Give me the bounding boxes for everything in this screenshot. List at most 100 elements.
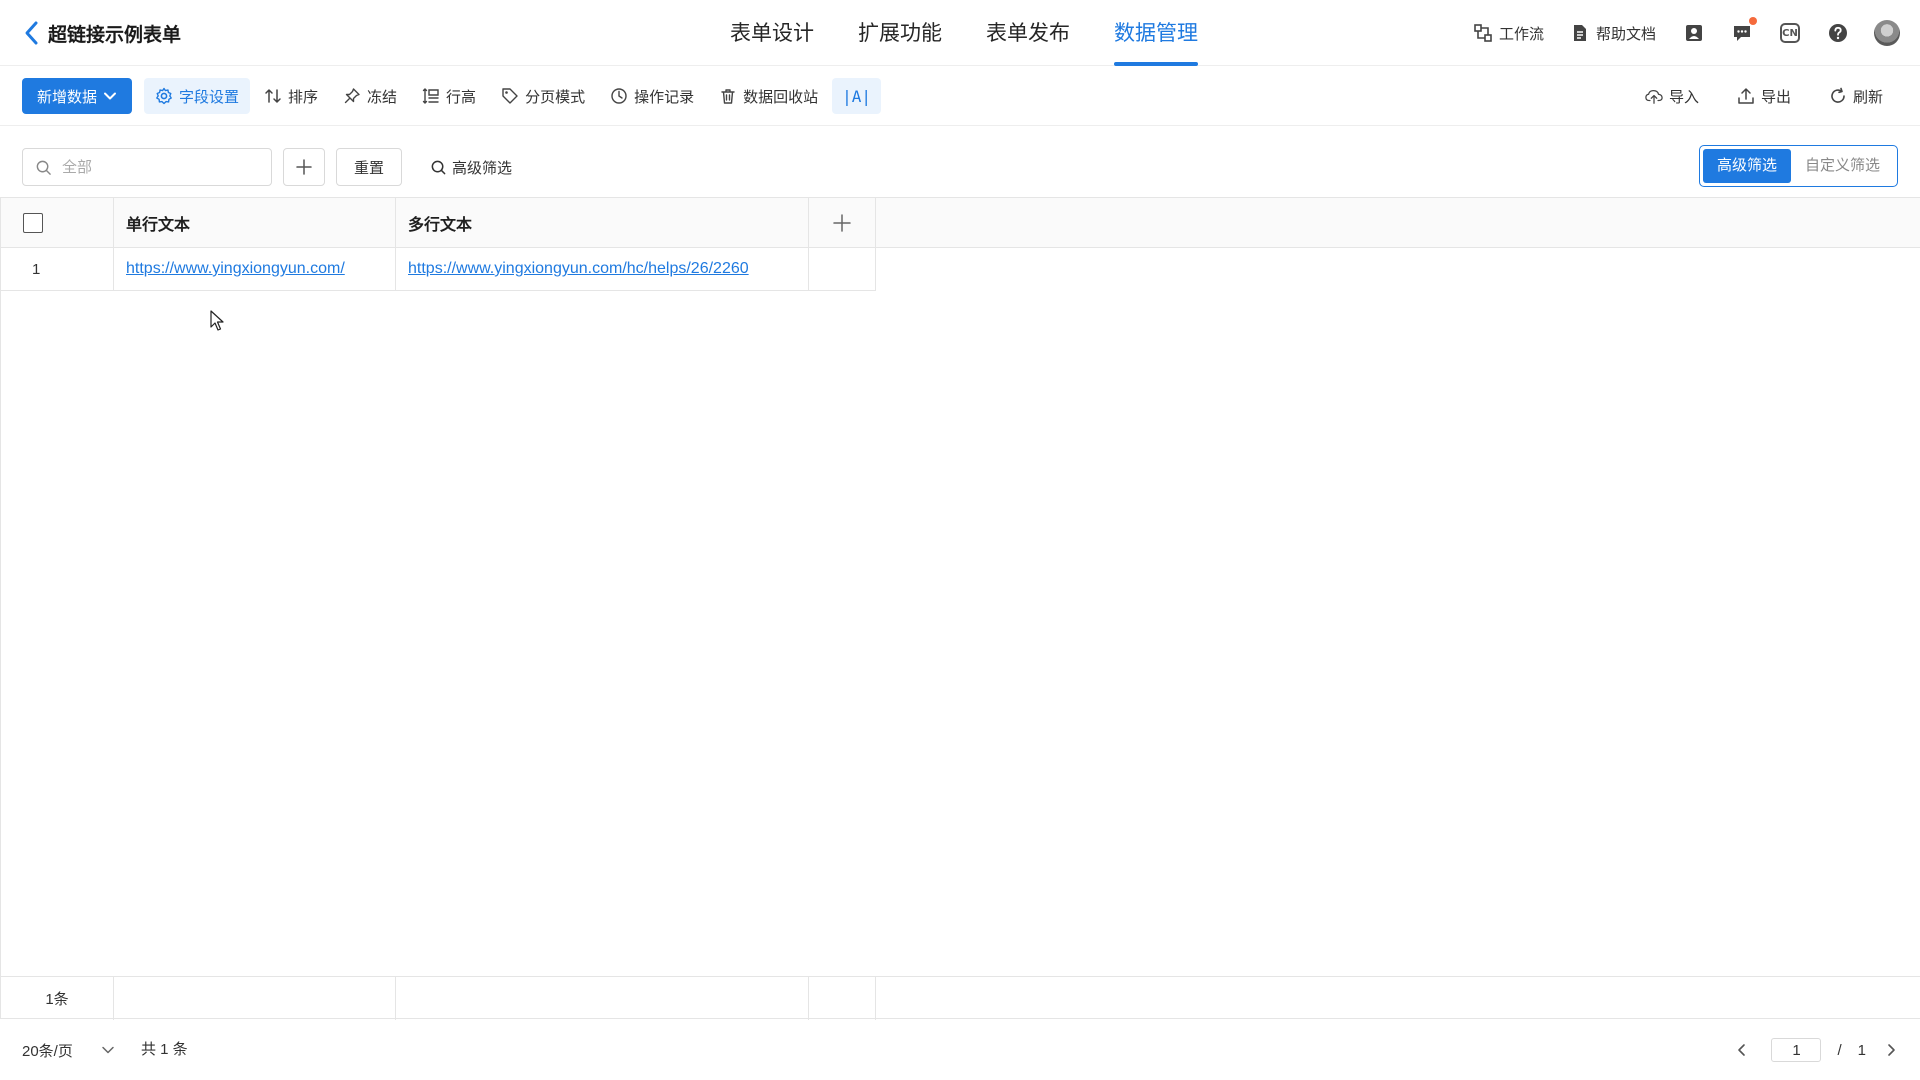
help-docs-label: 帮助文档 xyxy=(1595,25,1656,43)
chevron-left-icon xyxy=(25,21,38,45)
chevron-right-icon[interactable] xyxy=(1884,1043,1898,1057)
plus-icon xyxy=(833,214,851,232)
tab-data-management[interactable]: 数据管理 xyxy=(1114,0,1198,66)
row-height-icon xyxy=(422,88,439,104)
tab-form-design[interactable]: 表单设计 xyxy=(730,0,814,66)
multi-text-link[interactable]: https://www.yingxiongyun.com/hc/helps/26… xyxy=(408,260,749,278)
help-button[interactable] xyxy=(1826,21,1850,45)
import-button[interactable]: 导入 xyxy=(1634,78,1710,114)
recycle-bin-label: 数据回收站 xyxy=(743,88,819,106)
chevron-down-icon xyxy=(104,92,116,100)
select-all-cell xyxy=(1,198,114,248)
search-input[interactable] xyxy=(62,158,262,176)
toolbar-right: 导入 导出 刷新 xyxy=(1618,78,1894,114)
text-mode-toggle[interactable]: |A| xyxy=(832,78,882,114)
clock-icon xyxy=(611,88,627,104)
import-label: 导入 xyxy=(1668,88,1699,106)
table-cell xyxy=(809,248,876,291)
segment-advanced-filter[interactable]: 高级筛选 xyxy=(1702,149,1791,183)
user-avatar[interactable] xyxy=(1874,20,1900,46)
row-height-button[interactable]: 行高 xyxy=(411,78,487,114)
upload-icon xyxy=(1738,88,1754,104)
message-icon xyxy=(1734,26,1750,41)
pagination-mode-label: 分页模式 xyxy=(525,88,586,106)
record-count: 1条 xyxy=(1,977,114,1020)
page-separator: / xyxy=(1837,1041,1842,1059)
pagination-bar: 20条/页 共 1 条 / 1 xyxy=(0,1020,1920,1080)
workflow-link[interactable]: 工作流 xyxy=(1473,23,1544,44)
select-all-checkbox[interactable] xyxy=(23,213,43,233)
form-title: 超链接示例表单 xyxy=(48,24,182,46)
page-size-select[interactable]: 20条/页 xyxy=(22,1038,115,1062)
column-header[interactable]: 多行文本 xyxy=(396,198,809,248)
field-settings-button[interactable]: 字段设置 xyxy=(144,78,251,114)
search-box xyxy=(22,148,272,186)
advanced-filter-label: 高级筛选 xyxy=(452,159,513,177)
plus-icon xyxy=(296,159,312,175)
summary-cell xyxy=(396,977,809,1020)
gear-icon xyxy=(156,87,172,105)
summary-cell xyxy=(114,977,396,1020)
filter-mode-switch: 高级筛选 自定义筛选 xyxy=(1698,145,1898,187)
contacts-button[interactable] xyxy=(1682,21,1706,45)
workflow-label: 工作流 xyxy=(1498,25,1544,43)
operation-log-button[interactable]: 操作记录 xyxy=(599,78,705,114)
table-header-row: 单行文本 多行文本 xyxy=(1,198,1920,248)
single-text-link[interactable]: https://www.yingxiongyun.com/ xyxy=(126,260,345,278)
contact-icon xyxy=(1686,25,1702,41)
pagination-mode-button[interactable]: 分页模式 xyxy=(490,78,596,114)
refresh-label: 刷新 xyxy=(1852,88,1883,106)
filter-bar: 重置 高级筛选 高级筛选 自定义筛选 xyxy=(0,127,1920,197)
advanced-filter-link[interactable]: 高级筛选 xyxy=(430,148,512,186)
tab-extensions[interactable]: 扩展功能 xyxy=(858,0,942,66)
operation-log-label: 操作记录 xyxy=(634,88,695,106)
reset-button[interactable]: 重置 xyxy=(336,148,402,186)
page-number-input[interactable] xyxy=(1771,1038,1822,1062)
recycle-bin-button[interactable]: 数据回收站 xyxy=(708,78,829,114)
refresh-icon xyxy=(1831,87,1845,103)
trash-icon xyxy=(721,89,735,104)
table-cell[interactable]: https://www.yingxiongyun.com/ xyxy=(114,248,396,291)
export-label: 导出 xyxy=(1760,88,1791,106)
summary-cell xyxy=(809,977,876,1020)
mouse-cursor-icon xyxy=(210,310,224,331)
help-docs-link[interactable]: 帮助文档 xyxy=(1570,23,1656,44)
workflow-icon xyxy=(1474,24,1492,42)
freeze-label: 冻结 xyxy=(367,88,398,106)
top-header: 超链接示例表单 表单设计 扩展功能 表单发布 数据管理 工作流 帮助文档 CN xyxy=(0,0,1920,66)
add-column-button[interactable] xyxy=(809,198,876,248)
toolbar: 新增数据 字段设置 排序 冻结 行高 分页模式 操作记录 数据回收站 |A| 导… xyxy=(0,66,1920,126)
total-count: 共 1 条 xyxy=(141,1041,188,1058)
back-button[interactable]: 超链接示例表单 xyxy=(22,18,181,48)
column-header[interactable]: 单行文本 xyxy=(114,198,396,248)
page-size-label: 20条/页 xyxy=(22,1042,73,1060)
table-row[interactable]: 1 https://www.yingxiongyun.com/ https://… xyxy=(1,248,876,291)
language-button[interactable]: CN xyxy=(1778,21,1802,45)
row-index: 1 xyxy=(1,248,114,291)
notification-dot xyxy=(1749,17,1757,25)
add-data-label: 新增数据 xyxy=(36,88,97,106)
segment-custom-filter[interactable]: 自定义筛选 xyxy=(1791,149,1894,183)
table-cell[interactable]: https://www.yingxiongyun.com/hc/helps/26… xyxy=(396,248,809,291)
tag-icon xyxy=(502,88,518,104)
sort-button[interactable]: 排序 xyxy=(253,78,329,114)
add-data-button[interactable]: 新增数据 xyxy=(22,78,132,114)
refresh-button[interactable]: 刷新 xyxy=(1818,78,1894,114)
export-button[interactable]: 导出 xyxy=(1726,78,1802,114)
add-filter-button[interactable] xyxy=(283,148,325,186)
tab-form-publish[interactable]: 表单发布 xyxy=(986,0,1070,66)
row-height-label: 行高 xyxy=(446,88,477,106)
chevron-down-icon xyxy=(102,1046,114,1054)
cloud-upload-icon xyxy=(1645,89,1663,104)
help-icon xyxy=(1829,24,1847,42)
search-icon xyxy=(431,160,446,174)
freeze-button[interactable]: 冻结 xyxy=(332,78,408,114)
messages-button[interactable] xyxy=(1730,17,1757,45)
document-icon xyxy=(1573,25,1586,41)
total-pages: 1 xyxy=(1857,1041,1866,1059)
chevron-left-icon[interactable] xyxy=(1735,1043,1749,1057)
search-icon xyxy=(36,160,51,175)
data-table: 单行文本 多行文本 1 https://www.yingxiongyun.com… xyxy=(0,197,1920,1020)
language-icon: CN xyxy=(1780,23,1800,43)
header-actions: 工作流 帮助文档 CN xyxy=(1473,17,1900,48)
